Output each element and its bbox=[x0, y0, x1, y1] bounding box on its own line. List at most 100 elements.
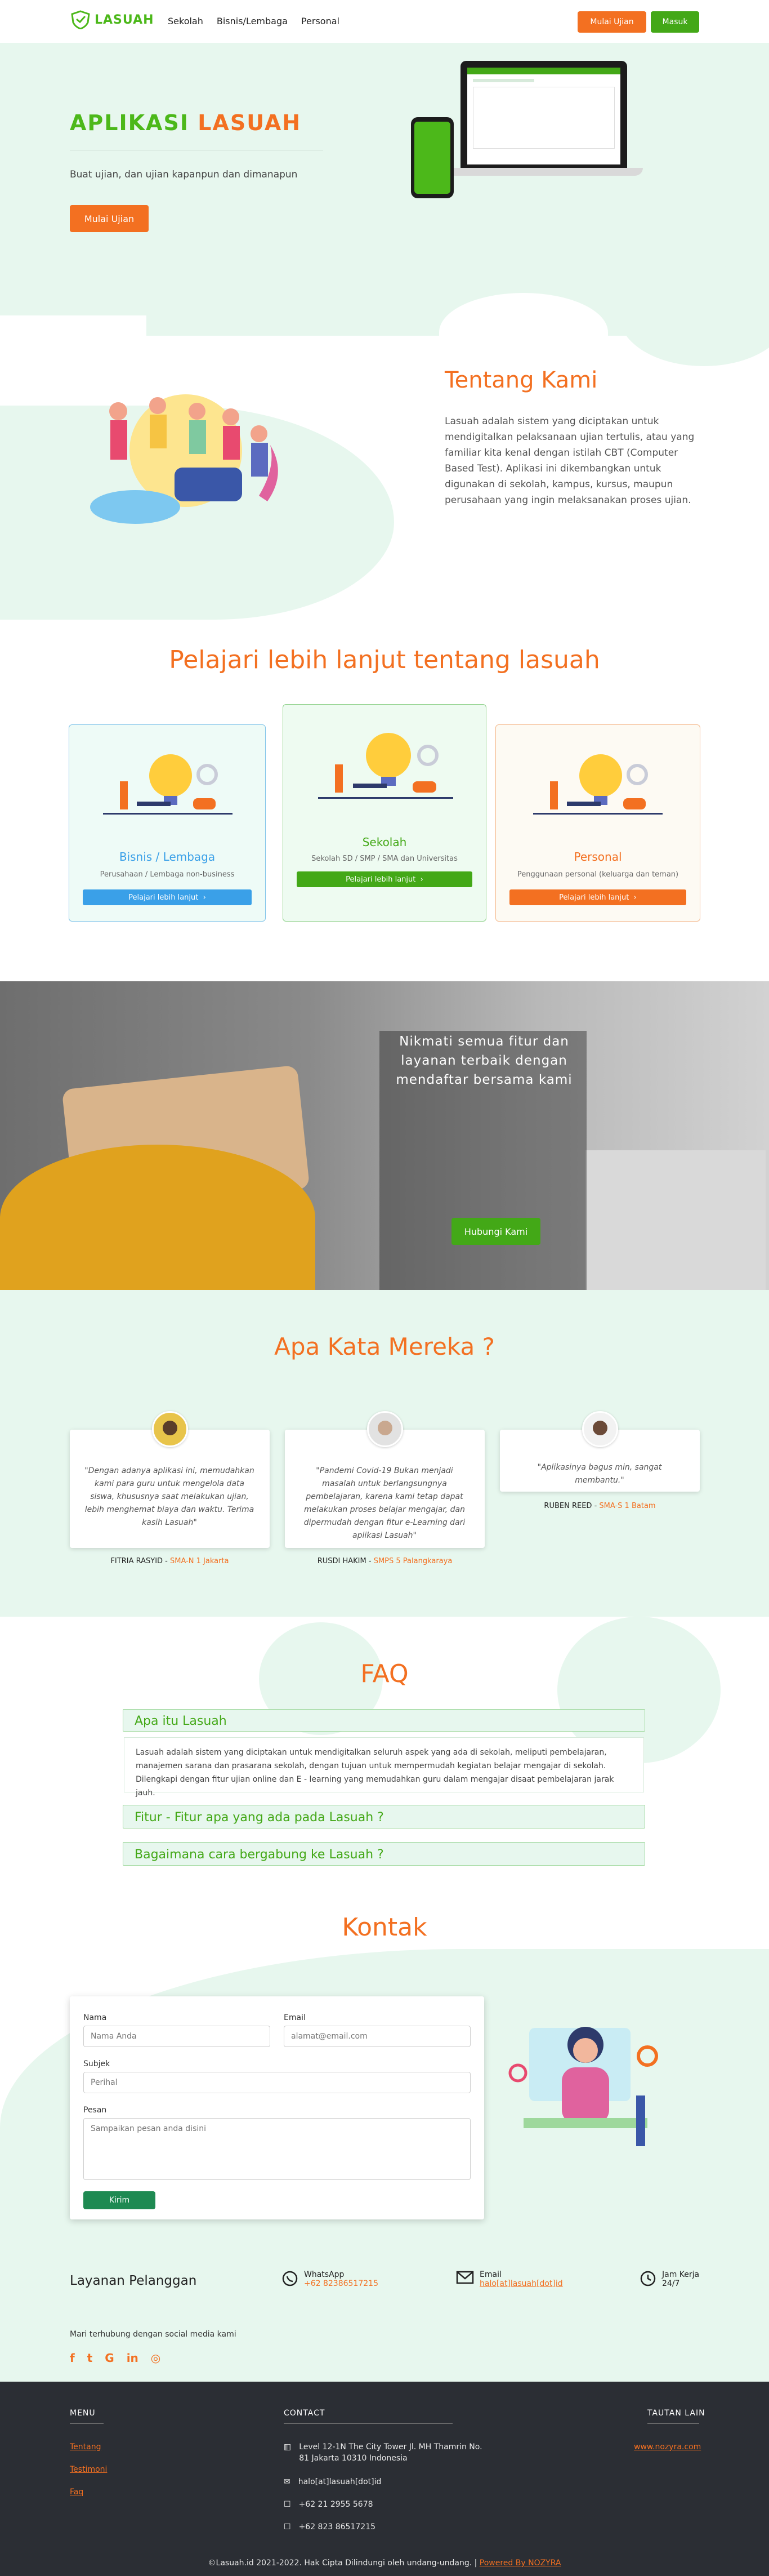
card-sekolah-title: Sekolah bbox=[362, 835, 407, 849]
login-button[interactable]: Masuk bbox=[651, 11, 699, 33]
footer-divider bbox=[284, 2423, 453, 2424]
footer-link-testimoni[interactable]: Testimoni bbox=[70, 2465, 107, 2474]
whatsapp-icon bbox=[282, 2271, 298, 2286]
footer-contact-title: CONTACT bbox=[284, 2409, 325, 2418]
google-icon[interactable]: G bbox=[105, 2351, 114, 2365]
faq-question-1[interactable]: Apa itu Lasuah bbox=[123, 1709, 645, 1732]
team-illustration bbox=[73, 383, 287, 530]
social-label: Mari terhubung dengan social media kami bbox=[70, 2330, 236, 2339]
laptop-illustration bbox=[460, 61, 627, 168]
linkedin-icon[interactable]: in bbox=[127, 2351, 138, 2365]
phone-screen bbox=[414, 122, 450, 194]
card-sekolah-button[interactable]: Pelajari lebih lanjut › bbox=[297, 871, 472, 887]
contact-form: Nama Email Subjek Pesan Kirim bbox=[70, 1996, 484, 2219]
message-textarea[interactable] bbox=[83, 2118, 471, 2180]
contact-us-button[interactable]: Hubungi Kami bbox=[451, 1218, 540, 1245]
nav-links: Sekolah Bisnis/Lembaga Personal bbox=[168, 16, 339, 26]
testimonial-author: RUBEN REED - SMA-S 1 Batam bbox=[544, 1502, 656, 1510]
hero-subtitle: Buat ujian, dan ujian kapanpun dan diman… bbox=[70, 169, 298, 180]
testimonials-title: Apa Kata Mereka ? bbox=[274, 1333, 495, 1360]
clock-icon bbox=[640, 2271, 656, 2286]
card-bisnis-desc: Perusahaan / Lembaga non-business bbox=[100, 870, 235, 879]
social-links: f t G in ◎ bbox=[70, 2351, 160, 2365]
whatsapp-contact[interactable]: WhatsApp +62 82386517215 bbox=[281, 2270, 378, 2288]
testimonial-quote: "Aplikasinya bagus min, sangat membantu.… bbox=[537, 1463, 662, 1485]
person-sleeve-shape bbox=[0, 1145, 315, 1290]
learn-title: Pelajari lebih lanjut tentang lasuah bbox=[169, 646, 600, 674]
testimonial-card-1: "Dengan adanya aplikasi ini, memudahkan … bbox=[70, 1430, 270, 1548]
about-title: Tentang Kami bbox=[445, 367, 598, 393]
submit-button[interactable]: Kirim bbox=[83, 2191, 155, 2209]
email-label: Email bbox=[284, 2013, 306, 2022]
faq-title: FAQ bbox=[360, 1660, 409, 1688]
shield-logo-icon bbox=[71, 10, 90, 29]
instagram-icon[interactable]: ◎ bbox=[151, 2351, 160, 2365]
email-contact[interactable]: Email halo[at]lasuah[dot]id bbox=[456, 2270, 563, 2288]
faq-answer-1: Lasuah adalah sistem yang diciptakan unt… bbox=[124, 1737, 644, 1798]
footer-link-tentang[interactable]: Tentang bbox=[70, 2442, 101, 2452]
testimonial-author: FITRIA RASYID - SMA-N 1 Jakarta bbox=[110, 1557, 229, 1565]
avatar bbox=[152, 1411, 188, 1447]
card-personal-title: Personal bbox=[574, 850, 622, 864]
copyright: ©Lasuah.id 2021-2022. Hak Cipta Dilindun… bbox=[208, 2559, 561, 2568]
envelope-icon: ✉ bbox=[284, 2477, 290, 2486]
nav-link-bisnis[interactable]: Bisnis/Lembaga bbox=[217, 16, 288, 26]
card-sekolah: Sekolah Sekolah SD / SMP / SMA dan Unive… bbox=[283, 704, 486, 922]
card-personal: Personal Penggunaan personal (keluarga d… bbox=[495, 724, 700, 922]
footer-menu-title: MENU bbox=[70, 2409, 96, 2418]
footer-phone-2[interactable]: ☐ +62 823 86517215 bbox=[284, 2521, 375, 2533]
testimonial-author: RUSDI HAKIM - SMPS 5 Palangkaraya bbox=[317, 1557, 453, 1565]
testimonial-quote: "Dengan adanya aplikasi ini, memudahkan … bbox=[84, 1466, 254, 1527]
name-input[interactable] bbox=[83, 2026, 270, 2047]
working-hours: Jam Kerja 24/7 bbox=[640, 2270, 699, 2288]
avatar bbox=[367, 1411, 403, 1447]
lightbulb-illustration-icon bbox=[533, 754, 663, 815]
card-personal-button[interactable]: Pelajari lebih lanjut › bbox=[509, 889, 686, 905]
about-text: Lasuah adalah sistem yang diciptakan unt… bbox=[445, 416, 695, 506]
footer-divider bbox=[70, 2423, 104, 2424]
nav-link-sekolah[interactable]: Sekolah bbox=[168, 16, 203, 26]
lightbulb-illustration-icon bbox=[103, 754, 233, 815]
subject-label: Subjek bbox=[83, 2059, 110, 2068]
envelope-icon bbox=[456, 2271, 474, 2284]
powered-by-link[interactable]: Powered By NOZYRA bbox=[480, 2559, 561, 2568]
faq-question-3[interactable]: Bagaimana cara bergabung ke Lasuah ? bbox=[123, 1842, 645, 1866]
footer-email[interactable]: ✉ halo[at]lasuah[dot]id bbox=[284, 2476, 381, 2488]
footer-link-faq[interactable]: Faq bbox=[70, 2488, 83, 2497]
avatar bbox=[582, 1411, 618, 1447]
footer-divider bbox=[647, 2423, 699, 2424]
signup-banner: Nikmati semua fitur dan layanan terbaik … bbox=[0, 981, 769, 1290]
laptop-screen bbox=[467, 68, 620, 164]
facebook-icon[interactable]: f bbox=[70, 2351, 75, 2365]
card-sekolah-desc: Sekolah SD / SMP / SMA dan Universitas bbox=[311, 855, 458, 863]
navbar: LASUAH Sekolah Bisnis/Lembaga Personal M… bbox=[0, 0, 769, 43]
card-personal-desc: Penggunaan personal (keluarga dan teman) bbox=[517, 870, 679, 879]
footer-phone-1[interactable]: ☐ +62 21 2955 5678 bbox=[284, 2499, 373, 2510]
start-exam-button[interactable]: Mulai Ujian bbox=[578, 11, 646, 33]
card-bisnis-button[interactable]: Pelajari lebih lanjut › bbox=[83, 889, 252, 905]
lightbulb-illustration-icon bbox=[318, 733, 453, 799]
laptop-base bbox=[446, 168, 643, 176]
contact-title: Kontak bbox=[342, 1913, 427, 1942]
email-input[interactable] bbox=[284, 2026, 471, 2047]
phone-icon: ☐ bbox=[284, 2500, 291, 2509]
brand-logo[interactable]: LASUAH bbox=[70, 10, 154, 29]
hero-wave-2 bbox=[439, 293, 608, 372]
hero-start-exam-button[interactable]: Mulai Ujian bbox=[70, 205, 149, 232]
testimonial-card-2: "Pandemi Covid-19 Bukan menjadi masalah … bbox=[285, 1430, 485, 1548]
footer-other-title: TAUTAN LAIN bbox=[647, 2409, 705, 2418]
footer-link-nozyra[interactable]: www.nozyra.com bbox=[634, 2442, 701, 2452]
banner-text: Nikmati semua fitur dan layanan terbaik … bbox=[396, 1034, 573, 1087]
hero-title: APLIKASI LASUAH bbox=[70, 110, 302, 135]
footer-address: ▥ Level 12-1N The City Tower Jl. MH Thamr… bbox=[284, 2442, 482, 2463]
card-bisnis-title: Bisnis / Lembaga bbox=[119, 850, 216, 864]
faq-question-2[interactable]: Fitur - Fitur apa yang ada pada Lasuah ? bbox=[123, 1805, 645, 1828]
subject-input[interactable] bbox=[83, 2072, 471, 2093]
phone-icon: ☐ bbox=[284, 2522, 291, 2531]
message-label: Pesan bbox=[83, 2106, 107, 2115]
customer-service-title: Layanan Pelanggan bbox=[70, 2274, 197, 2288]
testimonial-quote: "Pandemi Covid-19 Bukan menjadi masalah … bbox=[303, 1466, 466, 1540]
nav-link-personal[interactable]: Personal bbox=[301, 16, 339, 26]
desk-shape bbox=[585, 1150, 766, 1290]
twitter-icon[interactable]: t bbox=[87, 2351, 93, 2365]
